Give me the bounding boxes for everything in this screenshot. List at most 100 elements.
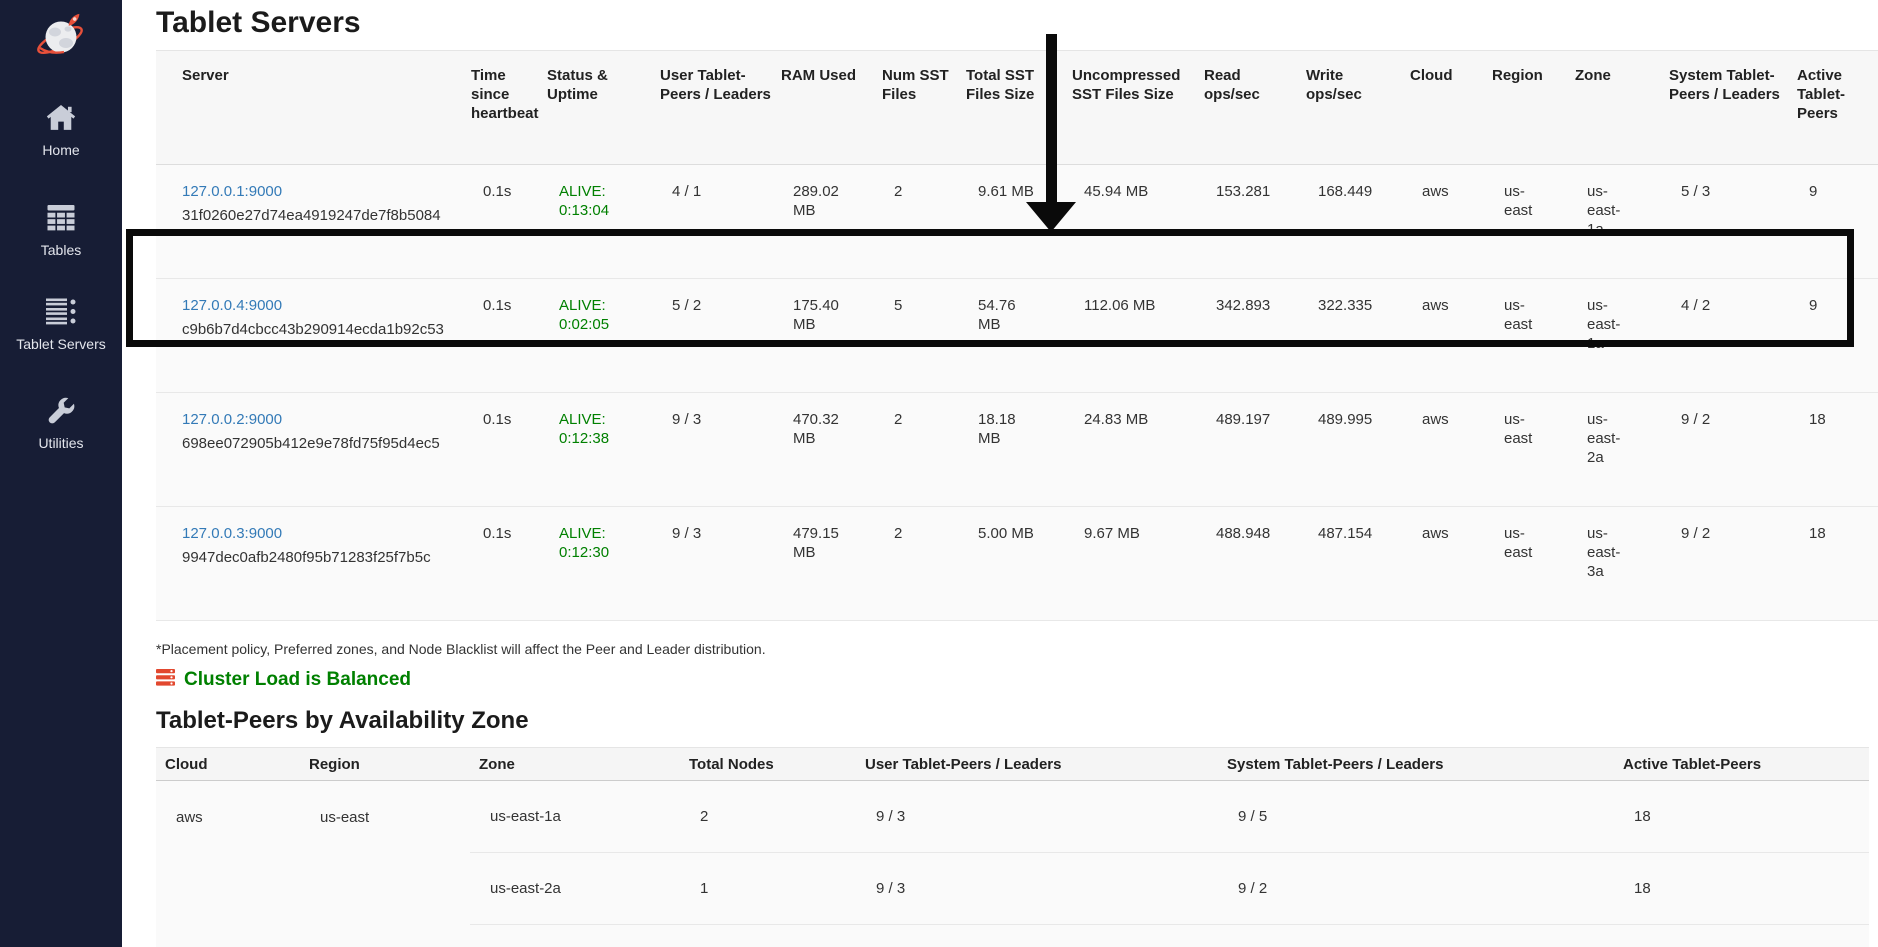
- cell-uncompressed-sst: 9.67 MB: [1072, 507, 1204, 621]
- col-header-total-nodes: Total Nodes: [680, 748, 856, 781]
- cell-active-peers: 18: [1797, 507, 1878, 621]
- table-header-row: Cloud Region Zone Total Nodes User Table…: [156, 748, 1869, 781]
- table-row-zone-1a: aws us-east us-east-1a 2 9 / 3 9 / 5 18: [156, 781, 1869, 853]
- cell-region: us-east: [1492, 393, 1575, 507]
- cell-zone: us-east-2a: [470, 853, 680, 925]
- col-header-uncompressed-sst: Uncompressed SST Files Size: [1072, 51, 1204, 165]
- col-header-read-ops: Read ops/sec: [1204, 51, 1306, 165]
- table-row-server-3: 127.0.0.3:9000 9947dec0afb2480f95b71283f…: [156, 507, 1878, 621]
- cell-user-peers: 4 / 1: [660, 165, 781, 279]
- sidebar-item-tablet-servers[interactable]: Tablet Servers: [0, 297, 122, 352]
- cell-status: ALIVE:0:12:38: [547, 393, 660, 507]
- cell-uncompressed-sst: 45.94 MB: [1072, 165, 1204, 279]
- cell-cloud: aws: [1410, 393, 1492, 507]
- yugabyte-logo-icon[interactable]: [0, 10, 122, 69]
- cell-cloud: aws: [1410, 279, 1492, 393]
- col-header-active-peers: Active Tablet-Peers: [1614, 748, 1869, 781]
- cell-read-ops: 489.197: [1204, 393, 1306, 507]
- cell-zone: us-east-2a: [1575, 393, 1669, 507]
- placement-policy-footnote: *Placement policy, Preferred zones, and …: [156, 641, 1878, 657]
- cell-total-sst: 9.61 MB: [966, 165, 1072, 279]
- sidebar-item-label: Utilities: [0, 435, 122, 451]
- cell-region: us-east: [1492, 165, 1575, 279]
- cluster-load-text: Cluster Load is Balanced: [184, 669, 411, 691]
- cell-total-nodes: 1: [680, 925, 856, 947]
- cell-zone: us-east-1a: [470, 781, 680, 853]
- cell-heartbeat: 0.1s: [471, 393, 547, 507]
- cell-zone: us-east-3a: [470, 925, 680, 947]
- cell-zone: us-east-1a: [1575, 279, 1669, 393]
- server-uuid: 698ee072905b412e9e78fd75f95d4ec5: [182, 434, 463, 453]
- col-header-cloud: Cloud: [1410, 51, 1492, 165]
- home-icon: [0, 104, 122, 136]
- cell-user-peers: 5 / 2: [660, 279, 781, 393]
- cell-zone: us-east-1a: [1575, 165, 1669, 279]
- server-link[interactable]: 127.0.0.2:9000: [182, 411, 282, 428]
- cell-read-ops: 153.281: [1204, 165, 1306, 279]
- cell-heartbeat: 0.1s: [471, 507, 547, 621]
- cell-ram: 470.32 MB: [781, 393, 882, 507]
- cell-total-sst: 5.00 MB: [966, 507, 1072, 621]
- col-header-zone: Zone: [470, 748, 680, 781]
- cell-zone: us-east-3a: [1575, 507, 1669, 621]
- cell-system-peers: 4 / 2: [1669, 279, 1797, 393]
- cell-read-ops: 488.948: [1204, 507, 1306, 621]
- cell-user-peers: 9 / 3: [856, 781, 1218, 853]
- tables-icon: [0, 204, 122, 236]
- cell-write-ops: 322.335: [1306, 279, 1410, 393]
- col-header-cloud: Cloud: [156, 748, 300, 781]
- cell-active-peers: 9: [1797, 279, 1878, 393]
- tablet-servers-table: Server Time since heartbeat Status & Upt…: [156, 50, 1878, 621]
- cell-user-peers: 9 / 3: [856, 925, 1218, 947]
- table-row-server-2: 127.0.0.2:9000 698ee072905b412e9e78fd75f…: [156, 393, 1878, 507]
- sidebar: Home Tables Tablet Servers: [0, 0, 122, 947]
- cell-user-peers: 9 / 3: [660, 393, 781, 507]
- cell-cloud: aws: [1410, 507, 1492, 621]
- server-link[interactable]: 127.0.0.3:9000: [182, 525, 282, 542]
- cell-status: ALIVE:0:02:05: [547, 279, 660, 393]
- cell-system-peers: 9 / 2: [1218, 853, 1614, 925]
- col-header-system-peers: System Tablet-Peers / Leaders: [1218, 748, 1614, 781]
- cell-active-peers: 18: [1614, 781, 1869, 853]
- cell-heartbeat: 0.1s: [471, 279, 547, 393]
- cell-ram: 289.02 MB: [781, 165, 882, 279]
- cell-num-sst: 5: [882, 279, 966, 393]
- cell-active-peers: 9: [1797, 165, 1878, 279]
- sidebar-item-label: Home: [0, 142, 122, 158]
- cell-active-peers: 18: [1614, 853, 1869, 925]
- cluster-load-status: Cluster Load is Balanced: [156, 669, 1878, 691]
- cell-total-sst: 54.76 MB: [966, 279, 1072, 393]
- cell-system-peers: 9 / 5: [1218, 781, 1614, 853]
- col-header-user-peers: User Tablet-Peers / Leaders: [660, 51, 781, 165]
- cell-heartbeat: 0.1s: [471, 165, 547, 279]
- cell-total-nodes: 2: [680, 781, 856, 853]
- col-header-heartbeat: Time since heartbeat: [471, 51, 547, 165]
- col-header-server: Server: [156, 51, 471, 165]
- col-header-ram: RAM Used: [781, 51, 882, 165]
- server-link[interactable]: 127.0.0.4:9000: [182, 297, 282, 314]
- cell-system-peers: 9 / 2: [1669, 393, 1797, 507]
- col-header-total-sst: Total SST Files Size: [966, 51, 1072, 165]
- sidebar-item-label: Tables: [0, 242, 122, 258]
- cell-active-peers: 18: [1614, 925, 1869, 947]
- table-row-server-4-highlighted: 127.0.0.4:9000 c9b6b7d4cbcc43b290914ecda…: [156, 279, 1878, 393]
- cell-region: us-east: [300, 781, 470, 947]
- tablet-servers-icon: [0, 297, 122, 330]
- cell-user-peers: 9 / 3: [660, 507, 781, 621]
- cell-total-nodes: 1: [680, 853, 856, 925]
- table-header-row: Server Time since heartbeat Status & Upt…: [156, 51, 1878, 165]
- cell-ram: 175.40 MB: [781, 279, 882, 393]
- server-uuid: 9947dec0afb2480f95b71283f25f7b5c: [182, 548, 463, 567]
- cell-num-sst: 2: [882, 507, 966, 621]
- col-header-user-peers: User Tablet-Peers / Leaders: [856, 748, 1218, 781]
- cell-system-peers: 9 / 2: [1669, 507, 1797, 621]
- server-link[interactable]: 127.0.0.1:9000: [182, 183, 282, 200]
- sidebar-item-utilities[interactable]: Utilities: [0, 396, 122, 451]
- sidebar-item-home[interactable]: Home: [0, 104, 122, 158]
- sidebar-item-tables[interactable]: Tables: [0, 204, 122, 258]
- col-header-status: Status & Uptime: [547, 51, 660, 165]
- zones-section-title: Tablet-Peers by Availability Zone: [156, 707, 1878, 735]
- cell-num-sst: 2: [882, 393, 966, 507]
- cell-write-ops: 487.154: [1306, 507, 1410, 621]
- cell-ram: 479.15 MB: [781, 507, 882, 621]
